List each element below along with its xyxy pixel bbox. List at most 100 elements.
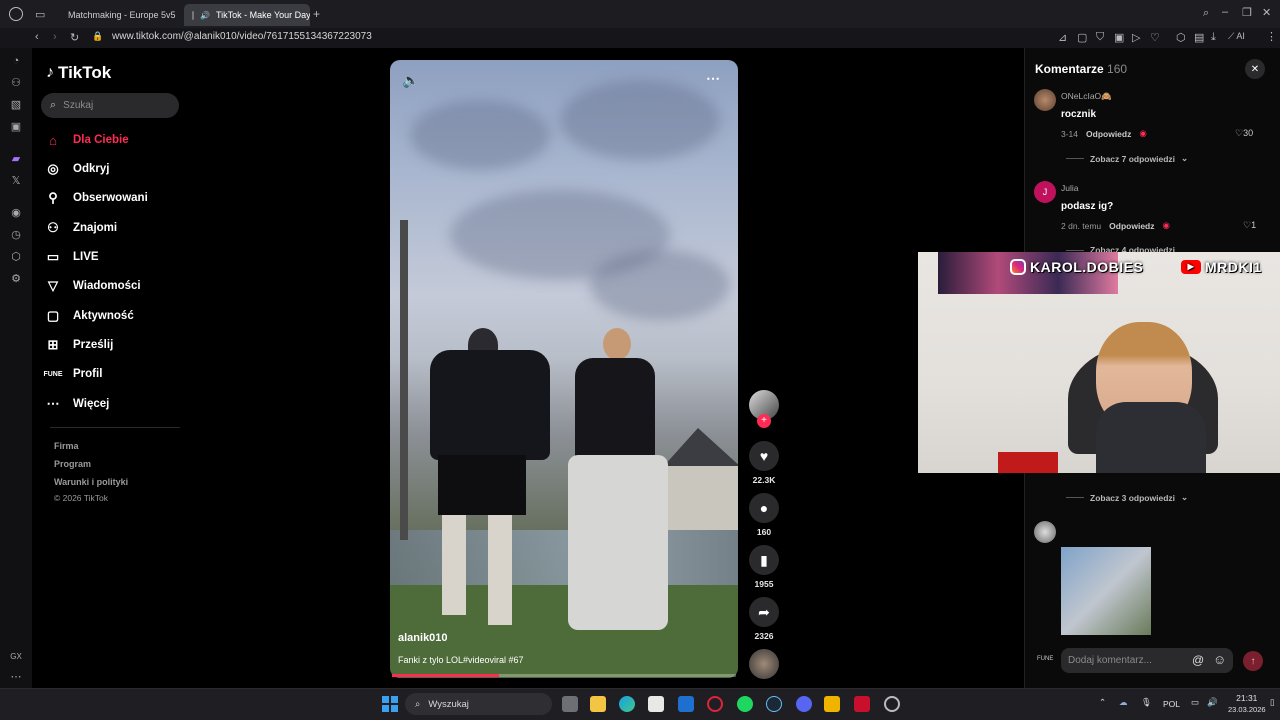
settings-icon[interactable]: ⚙ bbox=[9, 272, 23, 286]
mail-icon[interactable] bbox=[678, 696, 694, 712]
comment-like[interactable]: ♡1 bbox=[1243, 220, 1256, 231]
nav-live[interactable]: ▭ LIVE bbox=[45, 247, 99, 267]
file-explorer-icon[interactable] bbox=[590, 696, 606, 712]
history-icon[interactable]: ◷ bbox=[9, 228, 23, 242]
nav-upload[interactable]: ⊞ Prześlij bbox=[45, 335, 114, 355]
maximize-button[interactable]: ❐ bbox=[1242, 6, 1252, 19]
pin-icon[interactable]: ⊿ bbox=[1058, 31, 1067, 44]
close-comments-button[interactable]: ✕ bbox=[1245, 59, 1265, 79]
gx-label[interactable]: GX bbox=[9, 650, 23, 664]
comment-author[interactable]: Julia bbox=[1061, 183, 1078, 193]
reply-button[interactable]: Odpowiedz bbox=[1086, 129, 1131, 139]
opera-gx-icon[interactable] bbox=[707, 696, 723, 712]
windows-start-icon[interactable] bbox=[382, 696, 398, 712]
tray-chevron-icon[interactable]: ⌃ bbox=[1099, 697, 1106, 708]
author-avatar-button[interactable]: + bbox=[749, 390, 779, 428]
like-button[interactable]: ♥ 22.3K bbox=[749, 441, 779, 485]
nav-more[interactable]: ⋯ Więcej bbox=[45, 394, 110, 414]
taskbar-search[interactable]: ⌕ Wyszukaj bbox=[405, 693, 552, 715]
music-disc-button[interactable] bbox=[749, 649, 779, 679]
nav-messages[interactable]: ▽ Wiadomości bbox=[45, 276, 141, 296]
avatar[interactable]: J bbox=[1034, 181, 1056, 203]
back-icon[interactable]: ‹ bbox=[35, 31, 39, 43]
tabs-menu-icon[interactable]: ▭ bbox=[35, 8, 45, 21]
spotify-icon[interactable] bbox=[737, 696, 753, 712]
nav-explore[interactable]: ◎ Odkryj bbox=[45, 159, 109, 179]
tiktok-logo[interactable]: ♪ TikTok bbox=[46, 63, 111, 83]
display-icon[interactable]: ▭ bbox=[1191, 697, 1199, 708]
forward-icon[interactable]: › bbox=[53, 31, 57, 43]
player-icon[interactable]: ▷ bbox=[1132, 31, 1140, 44]
comment-author[interactable]: ONeLcIaO🙈 bbox=[1061, 91, 1112, 102]
gx-control-icon[interactable]: ◔ bbox=[9, 54, 23, 68]
save-button[interactable]: ▮ 1955 bbox=[749, 545, 779, 589]
avatar[interactable] bbox=[1034, 521, 1056, 543]
more-options-icon[interactable]: ⋯ bbox=[706, 70, 720, 87]
comment-image[interactable] bbox=[1061, 547, 1151, 635]
search-tabs-icon[interactable]: ⌕ bbox=[1203, 7, 1209, 20]
avatar[interactable] bbox=[1034, 89, 1056, 111]
close-window-button[interactable]: ✕ bbox=[1262, 6, 1271, 19]
nav-following[interactable]: ⚲ Obserwowani bbox=[45, 188, 148, 208]
heart-bookmark-icon[interactable]: ♡ bbox=[1150, 31, 1160, 44]
view-replies-button[interactable]: Zobacz 7 odpowiedzi ⌄ bbox=[1066, 153, 1188, 164]
comment-input[interactable]: Dodaj komentarz... bbox=[1061, 648, 1233, 673]
menu-icon[interactable]: ⋮ bbox=[1266, 30, 1277, 43]
url-text[interactable]: www.tiktok.com/@alanik010/video/76171551… bbox=[112, 31, 372, 42]
antivirus-icon[interactable] bbox=[854, 696, 870, 712]
edge-icon[interactable] bbox=[619, 696, 635, 712]
minimize-button[interactable]: – bbox=[1222, 6, 1228, 18]
download-icon[interactable]: ⤓ bbox=[1211, 31, 1216, 44]
ai-button[interactable]: ⟋ AI bbox=[1228, 31, 1245, 42]
follow-plus-icon[interactable]: + bbox=[757, 414, 771, 428]
wallet-icon[interactable]: ▣ bbox=[1114, 31, 1124, 44]
footer-link-terms[interactable]: Warunki i polityki bbox=[54, 477, 128, 487]
microphone-icon[interactable]: 🎙 bbox=[1141, 697, 1152, 708]
share-button[interactable]: ➦ 2326 bbox=[749, 597, 779, 641]
more-icon[interactable]: ⋯ bbox=[9, 670, 23, 684]
shield-icon[interactable]: ⛉ bbox=[1096, 31, 1104, 44]
volume-icon[interactable]: 🔈 bbox=[402, 72, 419, 89]
player-icon[interactable]: ◉ bbox=[9, 206, 23, 220]
new-tab-button[interactable]: + bbox=[313, 7, 320, 21]
clock[interactable]: 21:31 23.03.2026 bbox=[1228, 693, 1266, 715]
cloud-icon[interactable]: ☁ bbox=[1119, 697, 1128, 708]
reload-icon[interactable]: ↻ bbox=[70, 31, 79, 44]
search-input[interactable]: ⌕ Szukaj bbox=[41, 93, 179, 118]
nav-friends[interactable]: ⚇ Znajomi bbox=[45, 218, 117, 238]
footer-link-company[interactable]: Firma bbox=[54, 441, 79, 451]
comment-button[interactable]: ● 160 bbox=[749, 493, 779, 537]
speaker-icon[interactable]: 🔊 bbox=[200, 11, 210, 20]
snapshot-icon[interactable]: ▢ bbox=[1077, 31, 1087, 44]
obs-icon[interactable] bbox=[884, 696, 900, 712]
view-replies-button[interactable]: Zobacz 3 odpowiedzi ⌄ bbox=[1066, 492, 1188, 503]
video-author[interactable]: alanik010 bbox=[398, 632, 448, 644]
mention-icon[interactable]: @ bbox=[1192, 653, 1204, 667]
twitch-icon[interactable]: ▰ bbox=[9, 152, 23, 166]
notes-app-icon[interactable] bbox=[824, 696, 840, 712]
x-twitter-icon[interactable]: 𝕏 bbox=[9, 174, 23, 188]
nav-activity[interactable]: ▢ Aktywność bbox=[45, 306, 134, 326]
emoji-icon[interactable]: ☺ bbox=[1213, 652, 1226, 667]
extensions-side-icon[interactable]: ⬡ bbox=[9, 250, 23, 264]
gx-mail-icon[interactable]: ▣ bbox=[9, 120, 23, 134]
language-indicator[interactable]: POL bbox=[1163, 699, 1180, 709]
nav-profile[interactable]: FUNE Profil bbox=[43, 364, 102, 384]
nav-for-you[interactable]: ⌂ Dla Ciebie bbox=[45, 130, 129, 150]
opera-gx-logo-icon[interactable] bbox=[9, 7, 23, 21]
video-player[interactable]: 🔈 ⋯ bbox=[390, 60, 738, 678]
tab-matchmaking[interactable]: Matchmaking - Europe 5v5 bbox=[54, 4, 180, 26]
tab-tiktok[interactable]: 🔊 TikTok - Make Your Day bbox=[184, 4, 310, 26]
gx-news-icon[interactable]: ▧ bbox=[9, 98, 23, 112]
steam-icon[interactable] bbox=[766, 696, 782, 712]
reply-button[interactable]: Odpowiedz bbox=[1109, 221, 1154, 231]
store-icon[interactable] bbox=[648, 696, 664, 712]
gx-corner-icon[interactable]: ⚇ bbox=[9, 76, 23, 90]
notification-icon[interactable]: ▯ bbox=[1270, 697, 1275, 708]
extensions-icon[interactable]: ⬡ bbox=[1176, 31, 1186, 44]
shopping-icon[interactable]: ▤ bbox=[1194, 31, 1204, 44]
comment-like[interactable]: ♡30 bbox=[1235, 128, 1253, 139]
volume-tray-icon[interactable]: 🔊 bbox=[1207, 697, 1218, 708]
footer-link-program[interactable]: Program bbox=[54, 459, 91, 469]
task-view-icon[interactable] bbox=[562, 696, 578, 712]
